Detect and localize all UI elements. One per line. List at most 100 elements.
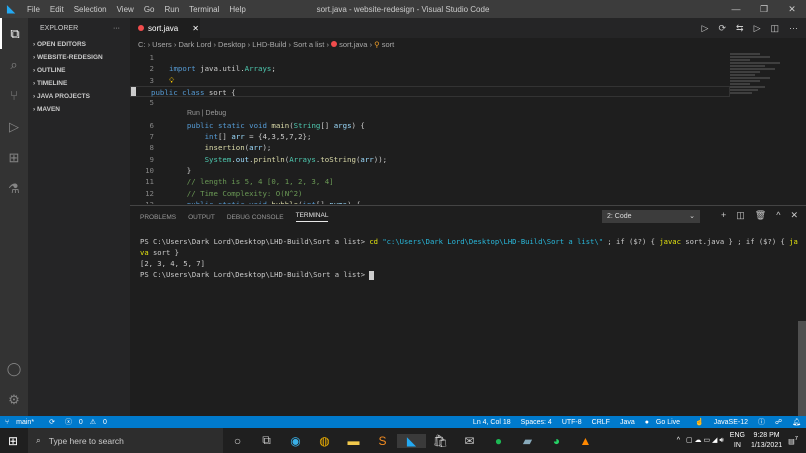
- feedback-icon[interactable]: ☍: [775, 418, 782, 426]
- encoding[interactable]: UTF-8: [562, 419, 582, 426]
- taskbar-search[interactable]: ⌕ Type here to search: [28, 428, 223, 453]
- section-maven[interactable]: › MAVEN: [28, 103, 130, 116]
- notifications-icon[interactable]: ▤7: [788, 436, 798, 445]
- code-line: 7 int[] arr = {4,3,5,7,2};: [130, 131, 730, 142]
- close-button[interactable]: ✕: [778, 0, 806, 18]
- bell-icon[interactable]: 🔔︎: [792, 418, 801, 426]
- crumb[interactable]: Dark Lord: [178, 40, 211, 49]
- cortana-icon[interactable]: ○: [223, 434, 252, 448]
- account-icon[interactable]: ◯: [0, 353, 28, 384]
- chrome-icon[interactable]: ◍: [310, 434, 339, 448]
- clock[interactable]: 9:28 PM 1/13/2021: [751, 431, 782, 451]
- sync-icon[interactable]: ⟳: [49, 418, 55, 426]
- run-icon[interactable]: ▷: [702, 23, 709, 34]
- new-terminal-icon[interactable]: +: [721, 210, 726, 221]
- section-outline[interactable]: › OUTLINE: [28, 64, 130, 77]
- code-line: 9 System.out.println(Arrays.toString(arr…: [130, 154, 730, 165]
- notes-icon[interactable]: ▰: [513, 434, 542, 448]
- close-tab-icon[interactable]: ✕: [192, 24, 199, 33]
- cursor-position[interactable]: Ln 4, Col 18: [473, 419, 511, 426]
- tab-terminal[interactable]: TERMINAL: [295, 212, 329, 222]
- code-line: 2 import java.util.Arrays;: [130, 63, 730, 74]
- crumb[interactable]: Sort a list: [293, 40, 324, 49]
- eol[interactable]: CRLF: [592, 419, 610, 426]
- trash-icon[interactable]: 🗑: [755, 210, 766, 221]
- split-terminal-icon[interactable]: ◫: [736, 210, 745, 221]
- file-explorer-icon[interactable]: ▬: [339, 434, 368, 448]
- sublime-icon[interactable]: S: [368, 434, 397, 448]
- line-number: 3: [149, 75, 154, 85]
- more-icon[interactable]: ···: [789, 23, 798, 33]
- terminal-output[interactable]: PS C:\Users\Dark Lord\Desktop\LHD-Build\…: [130, 228, 806, 288]
- section-java-projects[interactable]: › JAVA PROJECTS: [28, 90, 130, 103]
- branch-indicator[interactable]: ⑂ main*: [5, 419, 39, 426]
- whatsapp-icon[interactable]: ◕: [542, 434, 571, 448]
- crumb[interactable]: C:: [138, 40, 146, 49]
- explorer-icon[interactable]: ⧉: [0, 18, 28, 49]
- section-timeline[interactable]: › TIMELINE: [28, 77, 130, 90]
- go-live-button[interactable]: ● Go Live: [645, 419, 685, 426]
- menu-terminal[interactable]: Terminal: [189, 5, 219, 14]
- class-icon: ⚲: [374, 40, 380, 49]
- title-bar: ◣ File Edit Selection View Go Run Terminal Help…: [0, 0, 806, 18]
- source-control-icon[interactable]: ⑂: [0, 80, 28, 111]
- more-actions-icon[interactable]: ···: [113, 25, 120, 32]
- spotify-icon[interactable]: ●: [484, 434, 513, 448]
- tab-output[interactable]: OUTPUT: [188, 214, 215, 221]
- crumb[interactable]: LHD-Build: [252, 40, 286, 49]
- problems-indicator[interactable]: ⓧ 0 ⚠ 0: [65, 417, 112, 427]
- terminal-select[interactable]: 2: Code ⌄: [602, 210, 700, 223]
- crumb[interactable]: Desktop: [218, 40, 246, 49]
- menu-run[interactable]: Run: [164, 5, 179, 14]
- maximize-button[interactable]: ❐: [750, 0, 778, 18]
- settings-gear-icon[interactable]: ⚙: [0, 384, 28, 415]
- windows-start-icon[interactable]: ⊞: [8, 434, 18, 448]
- code-editor[interactable]: 1 2 import java.util.Arrays; 3 💡︎ 4 public cla…: [130, 52, 730, 204]
- store-icon[interactable]: 🛍︎: [426, 434, 455, 448]
- activity-bar: ⧉ ⌕ ⑂ ▷ ⊞ ⚗ ◯ ⚙: [0, 18, 28, 416]
- menu-help[interactable]: Help: [229, 5, 245, 14]
- tray-chevron-icon[interactable]: ^: [677, 437, 680, 444]
- thumbs-icon[interactable]: ☝: [695, 418, 704, 426]
- vscode-taskbar-icon[interactable]: ◣: [397, 433, 426, 448]
- language-mode[interactable]: Java: [620, 419, 635, 426]
- menu-selection[interactable]: Selection: [74, 5, 107, 14]
- edge-icon[interactable]: ◉: [281, 434, 310, 448]
- maximize-panel-icon[interactable]: ^: [776, 210, 780, 221]
- debug-icon[interactable]: ⟳: [718, 23, 726, 34]
- scrollbar[interactable]: [798, 321, 806, 417]
- info-icon[interactable]: ⓘ: [758, 417, 765, 427]
- split-editor-icon[interactable]: ◫: [770, 23, 779, 34]
- section-workspace[interactable]: › WEBSITE-REDESIGN: [28, 51, 130, 64]
- close-panel-icon[interactable]: ✕: [790, 210, 798, 221]
- crumb[interactable]: sort.java: [339, 40, 367, 49]
- codelens-run-debug[interactable]: Run | Debug: [130, 108, 730, 119]
- minimap[interactable]: [730, 52, 794, 132]
- tray-icons[interactable]: ▢ ☁ ▭ ◢ 🔊︎: [686, 436, 724, 445]
- menu-view[interactable]: View: [117, 5, 134, 14]
- tab-debug-console[interactable]: DEBUG CONSOLE: [227, 214, 284, 221]
- tab-sort-java[interactable]: sort.java ✕: [130, 18, 200, 38]
- run-file-icon[interactable]: ▷: [754, 23, 761, 34]
- testing-icon[interactable]: ⚗: [0, 173, 28, 204]
- search-icon[interactable]: ⌕: [0, 49, 28, 80]
- lightbulb-icon[interactable]: 💡︎: [169, 75, 174, 86]
- menu-go[interactable]: Go: [144, 5, 155, 14]
- code-text: public static void bubble(int[] nums) {: [169, 199, 361, 204]
- tab-problems[interactable]: PROBLEMS: [140, 214, 176, 221]
- jdk-version[interactable]: JavaSE-12: [714, 419, 748, 426]
- minimize-button[interactable]: —: [722, 0, 750, 18]
- menu-file[interactable]: File: [27, 5, 40, 14]
- crumb[interactable]: sort: [382, 40, 395, 49]
- crumb[interactable]: Users: [152, 40, 172, 49]
- menu-edit[interactable]: Edit: [50, 5, 64, 14]
- section-open-editors[interactable]: › OPEN EDITORS: [28, 38, 130, 51]
- language-indicator[interactable]: ENG IN: [730, 431, 745, 451]
- task-view-icon[interactable]: ⧉: [252, 433, 281, 448]
- run-debug-icon[interactable]: ▷: [0, 111, 28, 142]
- indentation[interactable]: Spaces: 4: [521, 419, 552, 426]
- mail-icon[interactable]: ✉: [455, 434, 484, 448]
- compare-icon[interactable]: ⇆: [736, 23, 744, 34]
- extensions-icon[interactable]: ⊞: [0, 142, 28, 173]
- vlc-icon[interactable]: ▲: [571, 434, 600, 448]
